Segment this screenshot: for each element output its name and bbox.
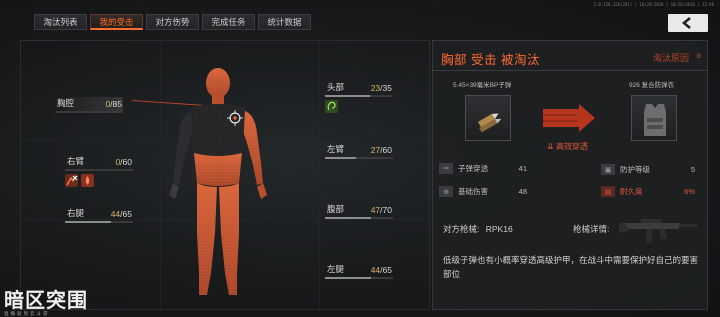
- effect-label: ⇊ 高效穿透: [547, 141, 588, 152]
- part-left-arm[interactable]: 左臂 27/60: [325, 143, 393, 159]
- info-header: 胸部 受击 被淘汰 淘汰原因 ʙ: [433, 41, 707, 71]
- part-abdomen-bar-fill: [325, 217, 371, 219]
- enemy-weapon-name: RPK16: [485, 224, 513, 234]
- game-logo: 暗区突围 直播就到云斗游: [4, 284, 88, 317]
- right-arm-status-icons: [65, 174, 133, 187]
- part-head-value: 23/35: [370, 83, 392, 93]
- ammo-stat-damage: ⊕ 基础伤害 48: [439, 185, 531, 198]
- part-chest-value: 0/85: [105, 99, 122, 109]
- part-left-leg-label: 左腿: [327, 264, 345, 274]
- head-status-icons: [325, 100, 393, 113]
- armor-stat-class-label: 防护等级: [620, 165, 650, 174]
- reason-marker-icon: ʙ: [696, 51, 701, 60]
- enemy-weapon: 对方枪械: RPK16: [443, 223, 513, 235]
- part-left-leg-value: 44/65: [370, 265, 392, 275]
- high-penetration-icon: ⇊: [547, 142, 554, 151]
- fracture-icon-glyph: [66, 175, 78, 186]
- part-abdomen[interactable]: 腹部 47/70: [325, 203, 393, 219]
- ammo-item-slot[interactable]: [465, 95, 511, 141]
- part-head-bar: [325, 95, 393, 97]
- part-right-leg[interactable]: 右腿 44/65: [65, 207, 133, 223]
- part-right-leg-value: 44/65: [110, 209, 132, 219]
- version-text: 1.0.126.128(201) | 10/26/2018 | 10/26/20…: [593, 2, 714, 7]
- fracture-icon: [65, 174, 78, 187]
- armor-stat-class-value: 5: [690, 165, 695, 174]
- bleeding-icon: [81, 174, 94, 187]
- armor-name: 926 复合防弹衣: [629, 82, 675, 89]
- enemy-weapon-label: 对方枪械:: [443, 224, 480, 234]
- elimination-reason-link[interactable]: 淘汰原因: [653, 51, 689, 64]
- part-right-arm-bar: [65, 169, 133, 171]
- shield-icon: ▣: [601, 164, 615, 175]
- back-button[interactable]: [668, 14, 708, 32]
- ammo-stat-damage-label: 基础伤害: [458, 187, 488, 196]
- rifle-icon[interactable]: [619, 209, 699, 247]
- part-right-arm-value: 0/60: [115, 157, 132, 167]
- ammo-stat-damage-value: 48: [518, 187, 527, 196]
- part-right-leg-label: 右腿: [67, 208, 85, 218]
- crosshair-icon: ⊕: [439, 186, 453, 197]
- penetration-arrow-icon: [543, 104, 595, 132]
- hearing-icon-glyph: [327, 101, 336, 111]
- part-head-bar-fill: [325, 95, 370, 97]
- part-right-arm-label: 右臂: [67, 156, 85, 166]
- part-left-leg-bar: [325, 277, 393, 279]
- tab-enemy-injuries[interactable]: 对方伤势: [146, 14, 199, 30]
- ammo-stat-penetration: ═ 子弹穿透 41: [439, 162, 531, 175]
- elimination-info-panel: 胸部 受击 被淘汰 淘汰原因 ʙ 5.45×39毫米BP子弹 926 复合防弹衣: [432, 40, 708, 310]
- tab-elimination-list[interactable]: 淘汰列表: [34, 14, 87, 30]
- chevron-left-icon: [681, 17, 691, 29]
- armor-stat-class: ▣ 防护等级 5: [601, 163, 699, 176]
- armor-stat-durability: ▤ 耐久度 6%: [601, 185, 699, 198]
- part-left-arm-label: 左臂: [327, 144, 345, 154]
- info-title: 胸部 受击 被淘汰: [441, 53, 540, 67]
- ammo-name: 5.45×39毫米BP子弹: [453, 82, 512, 89]
- part-abdomen-label: 腹部: [327, 204, 345, 214]
- part-chest-bar: [55, 111, 123, 113]
- hearing-icon: [325, 100, 338, 113]
- part-chest-label: 胸腔: [57, 98, 75, 108]
- bullet-icon: ═: [439, 163, 453, 174]
- armor-item-slot[interactable]: [631, 95, 677, 141]
- ammo-icon: [477, 113, 502, 133]
- part-left-arm-bar-fill: [325, 157, 356, 159]
- part-left-arm-bar: [325, 157, 393, 159]
- part-abdomen-bar: [325, 217, 393, 219]
- part-left-leg[interactable]: 左腿 44/65: [325, 263, 393, 279]
- body-diagram-panel: 胸腔 0/85 右臂 0/60 右腿 44/65 头部 23/35 左臂 27/…: [20, 40, 430, 310]
- bleeding-icon-glyph: [85, 176, 90, 185]
- ammo-stat-penetration-label: 子弹穿透: [458, 164, 488, 173]
- part-abdomen-value: 47/70: [370, 205, 392, 215]
- durability-icon: ▤: [601, 186, 615, 197]
- logo-title: 暗区突围: [4, 288, 88, 312]
- tab-my-hits[interactable]: 我的受击: [90, 14, 143, 30]
- part-head[interactable]: 头部 23/35: [325, 81, 393, 113]
- part-right-arm[interactable]: 右臂 0/60: [65, 155, 133, 187]
- weapon-detail-label: 枪械详情:: [573, 224, 610, 234]
- tab-statistics[interactable]: 统计数据: [258, 14, 311, 30]
- ammo-stat-penetration-value: 41: [518, 164, 527, 173]
- tab-bar: 淘汰列表 我的受击 对方伤势 完成任务 统计数据: [34, 14, 311, 30]
- armor-stat-durability-label: 耐久度: [620, 187, 643, 196]
- part-chest[interactable]: 胸腔 0/85: [55, 97, 123, 113]
- game-screen: 1.0.126.128(201) | 10/26/2018 | 10/26/20…: [0, 0, 720, 317]
- human-body-figure: [169, 68, 267, 295]
- armor-stat-durability-value: 6%: [684, 187, 695, 196]
- effect-text: 高效穿透: [555, 142, 588, 151]
- tip-description: 低级子弹也有小概率穿透高级护甲，在战斗中需要保护好自己的要害部位: [443, 255, 699, 279]
- armor-vest-icon: [644, 104, 666, 136]
- part-head-label: 头部: [327, 82, 345, 92]
- part-left-arm-value: 27/60: [370, 145, 392, 155]
- part-right-leg-bar: [65, 221, 133, 223]
- part-left-leg-bar-fill: [325, 277, 372, 279]
- tab-completed-tasks[interactable]: 完成任务: [202, 14, 255, 30]
- part-right-leg-bar-fill: [65, 221, 112, 223]
